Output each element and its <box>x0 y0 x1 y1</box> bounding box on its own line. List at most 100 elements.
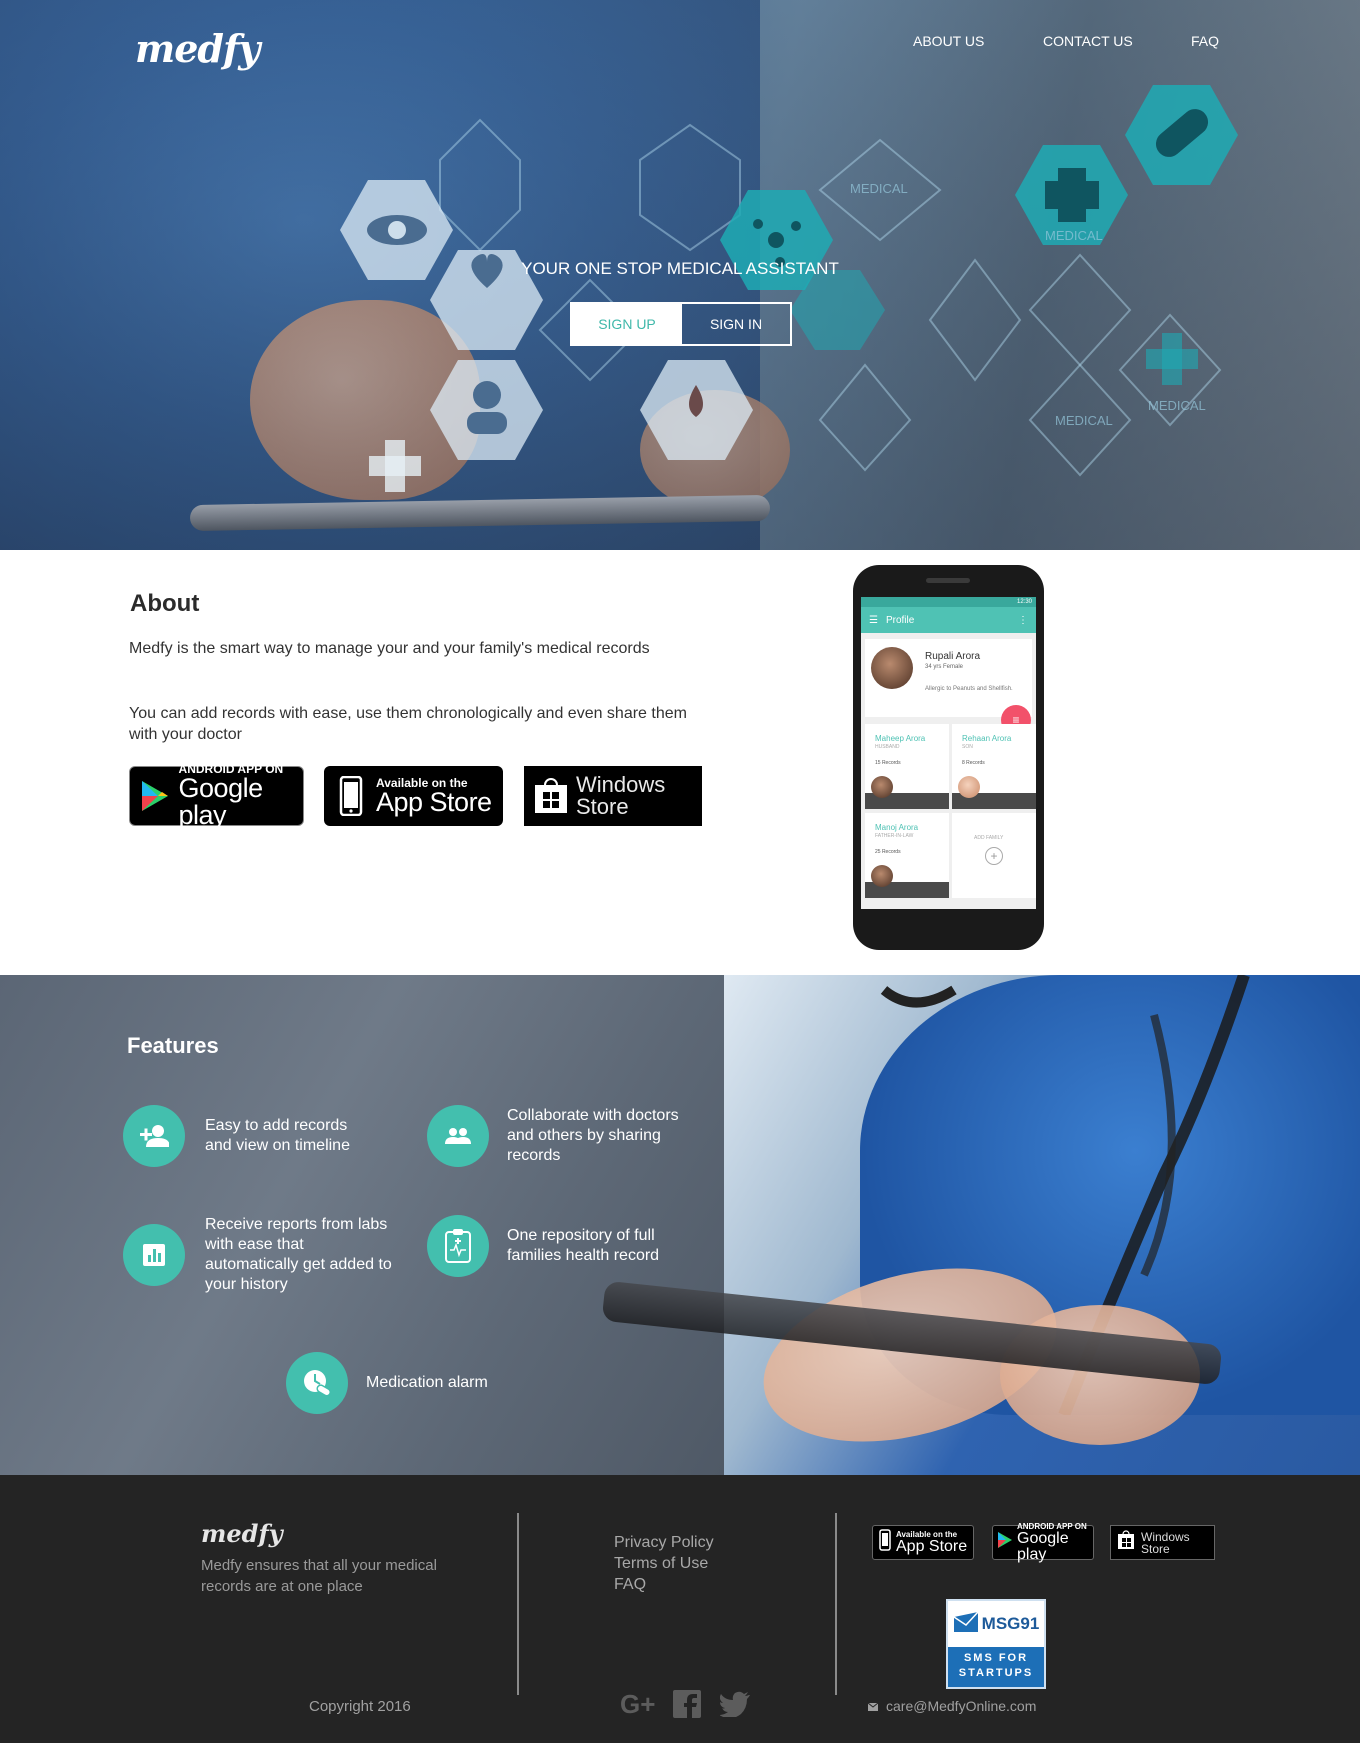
contact-email[interactable]: care@MedfyOnline.com <box>867 1698 1037 1714</box>
svg-text:MEDICAL: MEDICAL <box>850 181 908 196</box>
footer-app-store-badge[interactable]: Available on the App Store <box>872 1525 974 1560</box>
profile-name: Rupali Arora <box>925 651 981 662</box>
avatar <box>958 776 980 798</box>
bar-chart-icon <box>123 1224 185 1286</box>
profile-card: Rupali Arora 34 yrs Female Allergic to P… <box>865 639 1032 717</box>
envelope-icon <box>953 1610 979 1638</box>
iphone-icon <box>334 776 368 816</box>
windows-store-line2: Store <box>576 794 629 819</box>
avatar <box>871 647 913 689</box>
feature-item: Collaborate with doctors and others by s… <box>427 1105 707 1167</box>
nav-faq[interactable]: FAQ <box>1191 33 1219 49</box>
family-member-card: Maheep Arora HUSBAND 15 Records <box>865 724 949 809</box>
plus-icon: + <box>985 847 1003 865</box>
footer-windows-line2: Store <box>1141 1541 1170 1556</box>
member-records: 8 Records <box>962 760 985 766</box>
app-store-badge[interactable]: Available on the App Store <box>324 766 503 826</box>
member-relation: FATHER-IN-LAW <box>875 833 914 839</box>
msg91-badge[interactable]: MSG91 SMS FOR STARTUPS <box>946 1599 1046 1689</box>
footer-description: Medfy ensures that all your medical reco… <box>201 1557 437 1595</box>
svg-text:G+: G+ <box>620 1691 655 1717</box>
feature-item: Medication alarm <box>286 1352 516 1414</box>
privacy-policy-link[interactable]: Privacy Policy <box>614 1532 714 1553</box>
footer-divider <box>517 1513 519 1695</box>
hero-tagline: YOUR ONE STOP MEDICAL ASSISTANT <box>521 259 839 278</box>
footer-divider <box>835 1513 837 1695</box>
google-plus-icon[interactable]: G+ <box>620 1690 658 1718</box>
iphone-icon <box>879 1529 891 1556</box>
google-play-big-text: Google play <box>178 773 264 830</box>
sign-up-button[interactable]: SIGN UP <box>572 304 682 344</box>
google-play-icon <box>997 1531 1013 1554</box>
feature-text: Receive reports from labs with ease that… <box>205 1216 392 1293</box>
google-play-badge[interactable]: ANDROID APP ON Google play <box>129 763 304 830</box>
svg-text:MEDICAL: MEDICAL <box>1045 228 1103 243</box>
feature-text: Easy to add records and view on timeline <box>205 1117 350 1154</box>
footer-google-play-big: Google play <box>1017 1530 1069 1563</box>
twitter-icon[interactable] <box>716 1690 754 1718</box>
member-relation: SON <box>962 744 973 750</box>
msg91-name: MSG91 <box>981 1614 1040 1633</box>
windows-store-icon <box>1117 1530 1135 1555</box>
add-person-icon <box>123 1105 185 1167</box>
person-hex <box>430 360 543 460</box>
email-text: care@MedfyOnline.com <box>886 1698 1037 1714</box>
social-links: G+ <box>620 1690 754 1718</box>
msg91-line1: SMS FOR <box>963 1652 1029 1664</box>
profile-info: 34 yrs Female <box>925 664 964 670</box>
footer-windows-line1: Windows <box>1141 1529 1190 1544</box>
member-name: Manoj Arora <box>875 823 919 832</box>
phone-screen: 12:30 ☰ Profile ⋮ Rupali Arora 34 yrs Fe… <box>861 597 1036 909</box>
feature-item: One repository of full families health r… <box>427 1215 687 1277</box>
copyright-text: Copyright 2016 <box>309 1698 411 1715</box>
auth-buttons: SIGN UP SIGN IN <box>570 302 792 346</box>
windows-store-icon <box>534 778 568 813</box>
nav-contact-us[interactable]: CONTACT US <box>1043 33 1133 49</box>
profile-allergy: Allergic to Peanuts and Shellfish. <box>925 686 1013 692</box>
family-member-card: Rehaan Arora SON 8 Records <box>952 724 1036 809</box>
feature-item: Receive reports from labs with ease that… <box>123 1215 395 1295</box>
phone-status-bar: 12:30 <box>861 597 1036 607</box>
member-name: Maheep Arora <box>875 734 926 743</box>
features-title: Features <box>127 1033 219 1058</box>
nav-about-us[interactable]: ABOUT US <box>913 33 984 49</box>
terms-of-use-link[interactable]: Terms of Use <box>614 1553 714 1574</box>
google-play-icon <box>140 779 171 813</box>
footer-windows-store-badge[interactable]: Windows Store <box>1110 1525 1215 1560</box>
footer: medfy Medfy ensures that all your medica… <box>0 1475 1360 1743</box>
windows-store-line1: Windows <box>576 772 666 797</box>
mail-icon <box>867 1698 879 1714</box>
svg-text:MEDICAL: MEDICAL <box>1055 413 1113 428</box>
member-records: 15 Records <box>875 760 901 766</box>
about-paragraph-1: Medfy is the smart way to manage your an… <box>129 640 650 657</box>
member-records: 25 Records <box>875 849 901 855</box>
feature-text: Medication alarm <box>366 1374 488 1391</box>
clipboard-icon <box>427 1215 489 1277</box>
avatar <box>871 776 893 798</box>
more-icon: ⋮ <box>1018 614 1028 626</box>
svg-text:MEDICAL: MEDICAL <box>1148 398 1206 413</box>
feature-text: Collaborate with doctors and others by s… <box>507 1107 679 1164</box>
about-section: About Medfy is the smart way to manage y… <box>0 550 1360 975</box>
windows-store-badge[interactable]: Windows Store <box>524 766 702 826</box>
pill-clock-icon <box>286 1352 348 1414</box>
footer-logo[interactable]: medfy <box>201 1519 283 1548</box>
feature-item: Easy to add records and view on timeline <box>123 1105 375 1167</box>
add-family-card: ADD FAMILY + <box>952 813 1036 898</box>
footer-google-play-badge[interactable]: ANDROID APP ON Google play <box>992 1522 1094 1563</box>
people-icon <box>427 1105 489 1167</box>
avatar <box>871 865 893 887</box>
feature-text: One repository of full families health r… <box>507 1227 660 1264</box>
about-paragraph-2: You can add records with ease, use them … <box>129 705 687 743</box>
features-section: Features Easy to add records and view on… <box>0 975 1360 1475</box>
about-title: About <box>130 590 200 617</box>
msg91-line2: STARTUPS <box>958 1667 1034 1679</box>
facebook-icon[interactable] <box>668 1690 706 1718</box>
add-family-label: ADD FAMILY <box>974 835 1004 841</box>
phone-bar-title: Profile <box>885 614 915 626</box>
phone-mockup: 12:30 ☰ Profile ⋮ Rupali Arora 34 yrs Fe… <box>853 565 1044 950</box>
phone-app-bar: ☰ Profile ⋮ <box>861 607 1036 633</box>
sign-in-button[interactable]: SIGN IN <box>682 304 790 344</box>
footer-links: Privacy Policy Terms of Use FAQ <box>614 1532 714 1595</box>
faq-link[interactable]: FAQ <box>614 1574 714 1595</box>
